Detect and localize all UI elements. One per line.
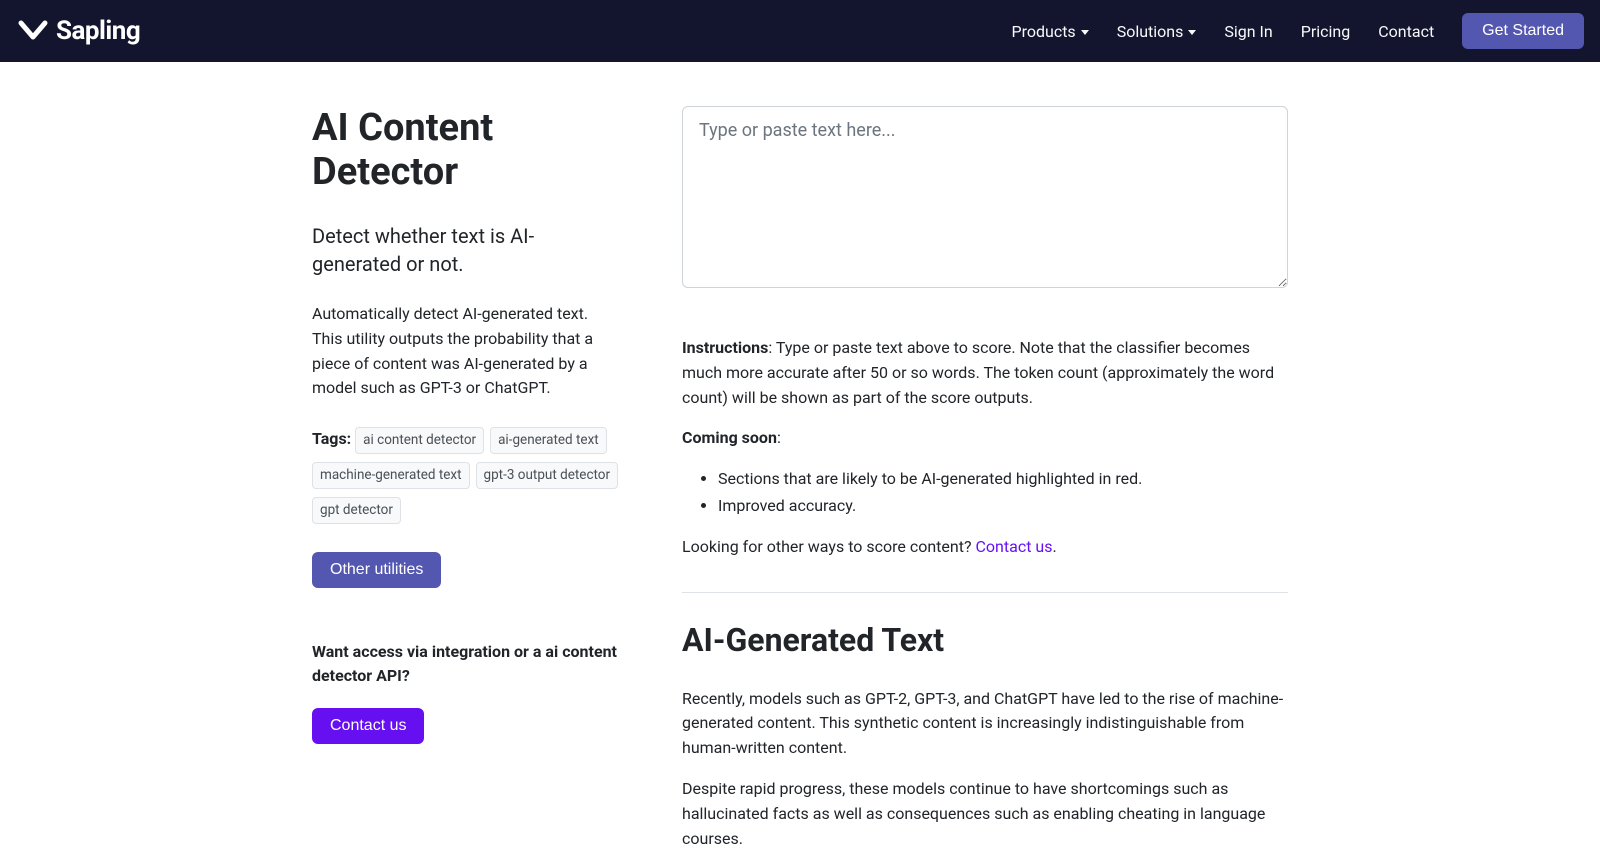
list-item: Improved accuracy. xyxy=(718,494,1288,519)
caret-down-icon xyxy=(1188,30,1196,35)
nav-products[interactable]: Products xyxy=(1011,22,1088,41)
instructions-label: Instructions xyxy=(682,338,768,357)
tag[interactable]: ai-generated text xyxy=(490,427,607,454)
brand-name: Sapling xyxy=(56,16,140,46)
nav-right: Products Solutions Sign In Pricing Conta… xyxy=(1011,13,1584,49)
tag[interactable]: machine-generated text xyxy=(312,462,470,489)
body-paragraph-2: Despite rapid progress, these models con… xyxy=(682,777,1288,851)
looking-text: Looking for other ways to score content? xyxy=(682,537,976,556)
brand[interactable]: Sapling xyxy=(16,14,140,48)
sapling-logo-icon xyxy=(16,14,50,48)
nav-signin[interactable]: Sign In xyxy=(1224,22,1272,41)
divider xyxy=(682,592,1288,593)
section-heading: AI-Generated Text xyxy=(682,621,1288,659)
tag[interactable]: gpt detector xyxy=(312,497,401,524)
coming-soon-label: Coming soon xyxy=(682,428,777,447)
body-paragraph-1: Recently, models such as GPT-2, GPT-3, a… xyxy=(682,687,1288,761)
nav-solutions-label: Solutions xyxy=(1117,22,1184,41)
caret-down-icon xyxy=(1081,30,1089,35)
contact-us-button[interactable]: Contact us xyxy=(312,708,424,744)
right-column: Instructions: Type or paste text above t… xyxy=(682,106,1288,867)
nav-pricing[interactable]: Pricing xyxy=(1301,22,1351,41)
tag[interactable]: ai content detector xyxy=(355,427,484,454)
page-description: Automatically detect AI-generated text. … xyxy=(312,302,622,401)
page-subtitle: Detect whether text is AI-generated or n… xyxy=(312,222,622,278)
tags-row: Tags: ai content detector ai-generated t… xyxy=(312,423,622,528)
get-started-button[interactable]: Get Started xyxy=(1462,13,1584,49)
text-input[interactable] xyxy=(682,106,1288,288)
nav-products-label: Products xyxy=(1011,22,1075,41)
page-title: AI Content Detector xyxy=(312,106,622,194)
instructions-text: : Type or paste text above to score. Not… xyxy=(682,338,1274,407)
api-access-text: Want access via integration or a ai cont… xyxy=(312,640,622,688)
tags-label: Tags: xyxy=(312,429,351,448)
nav-contact[interactable]: Contact xyxy=(1378,22,1434,41)
coming-soon-list: Sections that are likely to be AI-genera… xyxy=(682,467,1288,519)
instructions-block: Instructions: Type or paste text above t… xyxy=(682,336,1288,560)
list-item: Sections that are likely to be AI-genera… xyxy=(718,467,1288,492)
contact-us-link[interactable]: Contact us xyxy=(976,537,1053,556)
nav-solutions[interactable]: Solutions xyxy=(1117,22,1197,41)
other-utilities-button[interactable]: Other utilities xyxy=(312,552,441,588)
left-column: AI Content Detector Detect whether text … xyxy=(312,106,622,744)
tag[interactable]: gpt-3 output detector xyxy=(476,462,619,489)
main-container: AI Content Detector Detect whether text … xyxy=(300,62,1300,867)
navbar: Sapling Products Solutions Sign In Prici… xyxy=(0,0,1600,62)
